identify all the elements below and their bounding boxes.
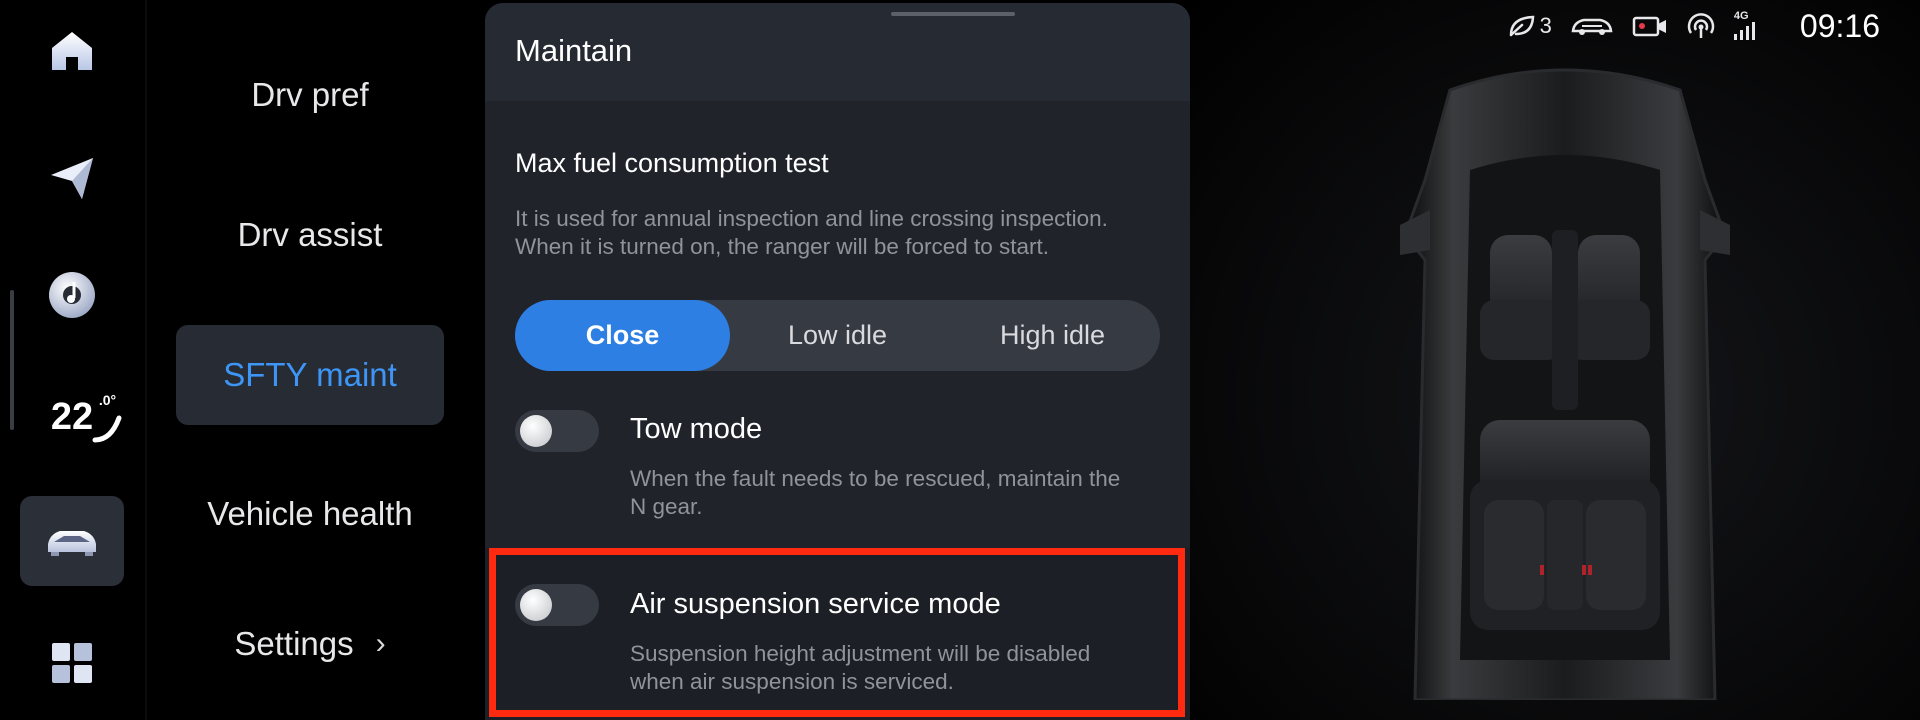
tow-mode-desc-line: N gear. xyxy=(630,494,703,519)
air-suspension-desc-line: when air suspension is serviced. xyxy=(630,669,954,694)
menu-item-sfty-maint[interactable]: SFTY maint xyxy=(176,325,444,425)
apps-button[interactable] xyxy=(20,618,124,708)
music-icon xyxy=(49,272,95,318)
segment-low-idle[interactable]: Low idle xyxy=(730,300,945,371)
tow-mode-desc-line: When the fault needs to be rescued, main… xyxy=(630,466,1121,491)
air-suspension-description: Suspension height adjustment will be dis… xyxy=(630,640,1170,696)
apps-grid-icon xyxy=(52,643,92,683)
temperature-unit: .0° xyxy=(98,391,117,408)
drag-handle[interactable] xyxy=(891,12,1015,16)
signal-icon: 4G xyxy=(1733,10,1760,40)
maintain-panel: Maintain Max fuel consumption test It is… xyxy=(485,3,1190,720)
icon-rail: 22.0° xyxy=(0,0,145,720)
settings-menu: Drv pref Drv assist SFTY maint Vehicle h… xyxy=(160,0,470,720)
air-suspension-desc-line: Suspension height adjustment will be dis… xyxy=(630,641,1091,666)
hotspot-icon xyxy=(1687,13,1715,38)
dashcam-icon xyxy=(1632,16,1666,37)
rail-divider xyxy=(145,0,147,720)
climate-button[interactable]: 22.0° xyxy=(20,372,124,462)
air-suspension-title: Air suspension service mode xyxy=(630,588,1001,620)
toggle-knob xyxy=(520,415,552,447)
vehicle-status-icon xyxy=(1571,18,1613,35)
panel-header: Maintain xyxy=(485,3,1190,101)
status-bar: 3 4G 09:16 xyxy=(1508,6,1880,46)
chevron-right-icon: › xyxy=(375,627,386,660)
fuel-test-description: It is used for annual inspection and lin… xyxy=(515,205,1165,261)
rail-scroll-indicator xyxy=(10,290,14,430)
eco-count: 3 xyxy=(1539,13,1552,38)
fuel-test-desc-line: It is used for annual inspection and lin… xyxy=(515,206,1108,231)
menu-item-label: Settings xyxy=(234,625,354,662)
fuel-test-selector: Close Low idle High idle xyxy=(515,300,1160,371)
tow-mode-description: When the fault needs to be rescued, main… xyxy=(630,465,1170,521)
segment-high-idle[interactable]: High idle xyxy=(945,300,1160,371)
fuel-test-desc-line: When it is turned on, the ranger will be… xyxy=(515,234,1050,259)
tow-mode-toggle[interactable] xyxy=(515,410,599,452)
temperature-value: 22 xyxy=(50,395,94,438)
music-button[interactable] xyxy=(20,250,124,340)
home-icon xyxy=(52,32,92,70)
car-top-view xyxy=(1330,60,1800,705)
clock: 09:16 xyxy=(1799,7,1880,44)
segment-close[interactable]: Close xyxy=(515,300,730,371)
menu-item-vehicle-health[interactable]: Vehicle health xyxy=(176,464,444,564)
eco-leaf-icon xyxy=(1509,15,1535,37)
tow-mode-title: Tow mode xyxy=(630,413,763,445)
menu-item-drv-pref[interactable]: Drv pref xyxy=(176,45,444,145)
car-icon xyxy=(48,531,96,556)
home-button[interactable] xyxy=(20,6,124,96)
air-suspension-toggle[interactable] xyxy=(515,584,599,626)
fuel-test-title: Max fuel consumption test xyxy=(515,148,829,178)
menu-item-settings[interactable]: Settings › xyxy=(176,594,444,694)
menu-item-label: Vehicle health xyxy=(207,495,413,532)
navigation-icon xyxy=(51,158,93,199)
climate-icon: 22.0° xyxy=(50,392,122,442)
navigation-button[interactable] xyxy=(20,133,124,223)
toggle-knob xyxy=(520,589,552,621)
menu-item-label: Drv pref xyxy=(251,76,369,113)
vehicle-button[interactable] xyxy=(20,496,124,586)
menu-item-drv-assist[interactable]: Drv assist xyxy=(176,185,444,285)
menu-item-label: SFTY maint xyxy=(223,356,397,393)
vehicle-view: 3 4G 09:16 xyxy=(1190,0,1920,720)
menu-item-label: Drv assist xyxy=(237,216,383,253)
page-title: Maintain xyxy=(515,33,633,68)
